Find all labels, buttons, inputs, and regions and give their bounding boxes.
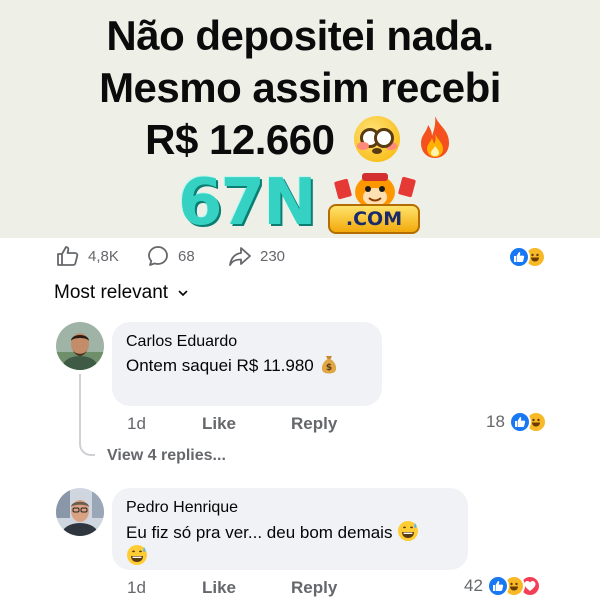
svg-text:$: $ bbox=[326, 363, 332, 373]
comment-actions: 1d Like Reply bbox=[127, 414, 377, 436]
share-count-button[interactable]: 230 bbox=[228, 244, 285, 268]
comment-timestamp[interactable]: 1d bbox=[127, 414, 146, 434]
sort-label: Most relevant bbox=[54, 282, 169, 303]
comment-count-button[interactable]: 68 bbox=[146, 244, 195, 268]
post-reactions[interactable] bbox=[508, 246, 548, 268]
flushed-face-icon bbox=[353, 115, 400, 162]
avatar[interactable] bbox=[56, 488, 104, 536]
like-reaction-icon bbox=[508, 411, 531, 433]
thumbs-up-icon bbox=[57, 246, 79, 266]
comment-bubble: Carlos Eduardo Ontem saquei R$ 11.980 $ bbox=[112, 322, 382, 406]
view-replies-link[interactable]: View 4 replies... bbox=[107, 447, 226, 465]
headline-line-1: Não depositei nada. bbox=[106, 12, 494, 59]
fire-icon bbox=[415, 114, 455, 160]
headline-line-3: R$ 12.660 bbox=[0, 114, 600, 166]
comment-reactions[interactable]: 18 bbox=[486, 411, 549, 433]
like-count: 4,8K bbox=[88, 247, 119, 265]
comment-count: 68 bbox=[178, 247, 195, 265]
comment-bubble: Pedro Henrique Eu fiz só pra ver... deu … bbox=[112, 488, 468, 570]
headline-amount: R$ 12.660 bbox=[145, 116, 335, 163]
money-bag-icon: $ bbox=[321, 356, 336, 374]
promo-banner: Não depositei nada. Mesmo assim recebi R… bbox=[0, 0, 600, 238]
like-reaction-icon bbox=[486, 575, 509, 597]
comment-bubble-icon bbox=[148, 246, 168, 266]
grinning-sweat-icon bbox=[398, 521, 419, 541]
comment-sort-dropdown[interactable]: Most relevant bbox=[54, 282, 188, 304]
reaction-count: 42 bbox=[464, 576, 483, 595]
comment-author[interactable]: Pedro Henrique bbox=[126, 498, 454, 518]
like-reaction-icon bbox=[508, 246, 530, 268]
post-stats-bar: 4,8K 68 230 bbox=[0, 238, 600, 274]
logo-number: 67N bbox=[178, 166, 317, 240]
like-button[interactable]: Like bbox=[202, 578, 236, 598]
comment-actions: 1d Like Reply bbox=[127, 578, 377, 600]
grinning-sweat-icon bbox=[127, 545, 147, 565]
chevron-down-icon bbox=[178, 290, 188, 297]
share-count: 230 bbox=[260, 247, 286, 265]
share-arrow-icon bbox=[229, 247, 251, 266]
comment-text: Ontem saquei R$ 11.980 $ bbox=[126, 354, 368, 377]
like-count-button[interactable]: 4,8K bbox=[56, 244, 119, 268]
comment-text: Eu fiz só pra ver... deu bom demais bbox=[126, 520, 454, 568]
brand-logo: 67N .COM bbox=[178, 168, 428, 238]
avatar[interactable] bbox=[56, 322, 104, 370]
reaction-count: 18 bbox=[486, 412, 505, 431]
like-button[interactable]: Like bbox=[202, 414, 236, 434]
comment-author[interactable]: Carlos Eduardo bbox=[126, 332, 368, 352]
logo-domain: .COM bbox=[328, 204, 420, 234]
headline-line-2: Mesmo assim recebi bbox=[99, 64, 501, 111]
reply-button[interactable]: Reply bbox=[291, 414, 337, 434]
reply-thread-connector bbox=[79, 374, 95, 456]
comment-timestamp[interactable]: 1d bbox=[127, 578, 146, 598]
comment-reactions[interactable]: 42 bbox=[464, 575, 543, 597]
reply-button[interactable]: Reply bbox=[291, 578, 337, 598]
